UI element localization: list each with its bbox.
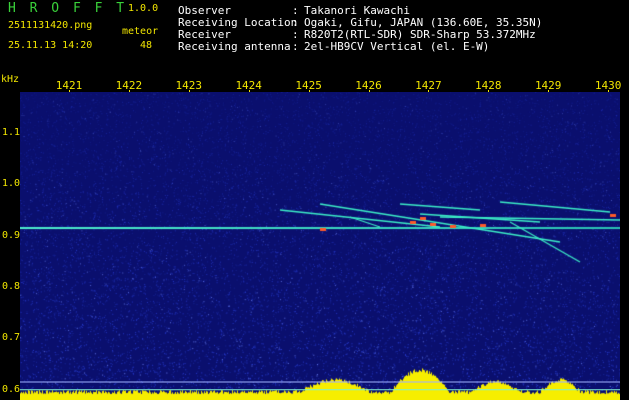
time-tick-label: 1428 [475,79,502,92]
colon: : [292,40,299,53]
receiver-value: R820T2(RTL-SDR) SDR-Sharp 53.372MHz [304,28,536,41]
colon: : [292,28,299,41]
location-label: Receiving Location [178,16,298,29]
time-tick-label: 1429 [534,79,562,92]
time-tick-label: 1425 [295,79,322,92]
datetime: 25.11.13 14:20 [8,40,93,51]
app-version: 1.0.0 [128,3,159,14]
time-tick-label: 1427 [415,79,442,92]
receiver-label: Receiver [178,28,231,41]
frequency-tick-label: 0.8 [2,281,21,293]
frequency-tick-label: 0.6 [2,383,21,395]
observer-label: Observer [178,4,231,17]
antenna-label: Receiving antenna [178,40,291,53]
colon: : [292,16,299,29]
file-name: 2511131420.png [8,20,93,31]
frequency-tick-label: 0.7 [2,332,21,344]
time-tick-label: 1430 [594,79,622,92]
antenna-value: 2el-HB9CV Vertical (el. E-W) [304,40,490,53]
khz-unit-label: kHz [1,74,20,85]
meteor-label: meteor [122,26,159,37]
colon: : [292,4,299,17]
spectrogram-overlay [20,381,620,391]
app-title: H R O F F T [8,1,128,16]
time-tick-label: 1421 [55,79,83,92]
meteor-count: 48 [140,40,153,51]
time-tick-label: 1422 [115,79,143,92]
frequency-tick-label: 1.1 [2,127,21,139]
location-value: Ogaki, Gifu, JAPAN (136.60E, 35.35N) [304,16,543,29]
frequency-tick-label: 0.9 [2,229,21,241]
frequency-tick-label: 1.0 [2,178,21,190]
observer-value: Takanori Kawachi [304,4,410,17]
hroffft-window: { "header": { "app_title": "H R O F F T"… [0,0,629,400]
time-tick-label: 1424 [235,79,262,92]
time-tick-label: 1426 [355,79,382,92]
time-tick-label: 1423 [175,79,203,92]
